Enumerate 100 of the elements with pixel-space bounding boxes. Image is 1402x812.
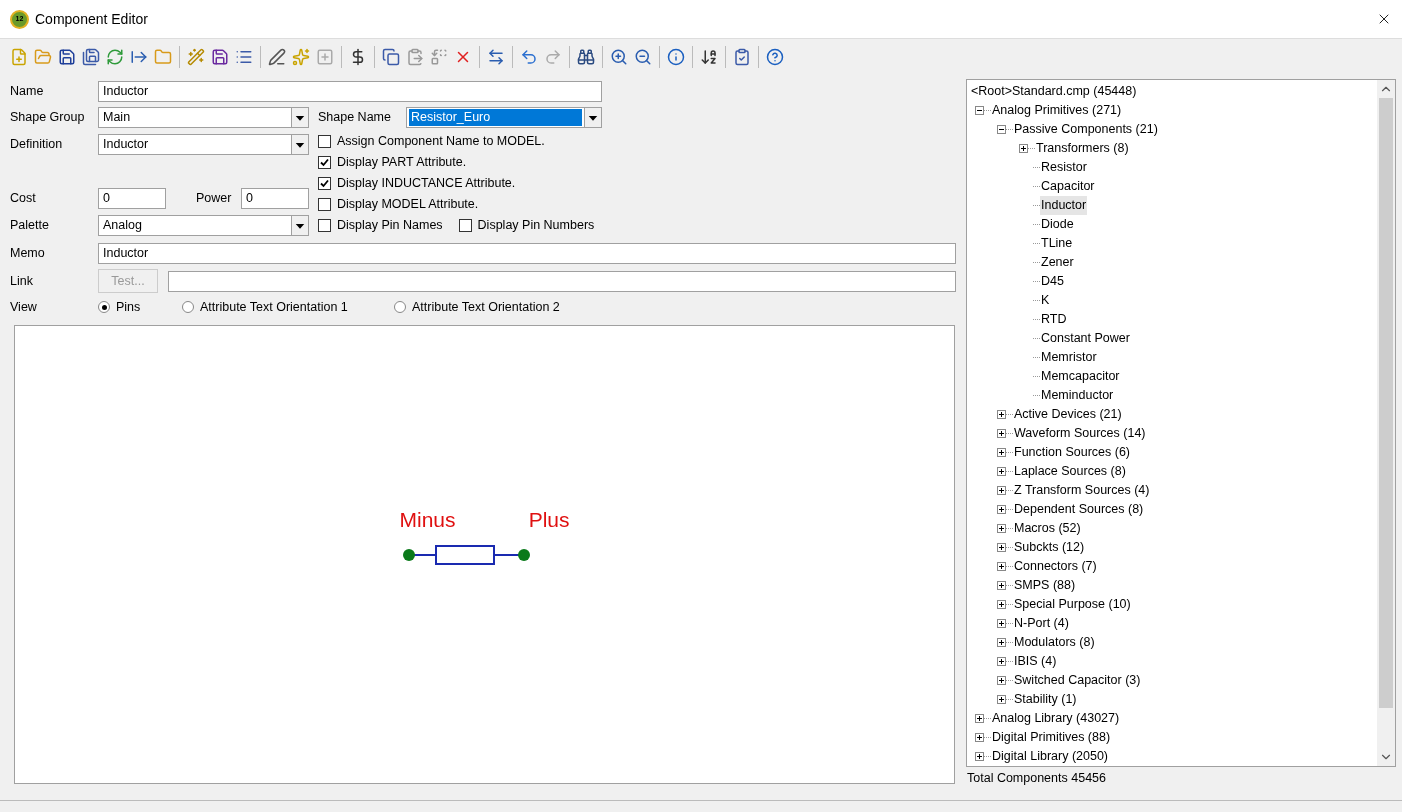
wand-icon[interactable] [187, 47, 205, 66]
zoom-in-icon[interactable] [610, 47, 628, 66]
pin-label: Minus [399, 506, 456, 533]
text-field[interactable]: 0 [241, 188, 309, 209]
expand-icon[interactable] [997, 676, 1006, 685]
expand-icon[interactable] [997, 638, 1006, 647]
tree-item[interactable]: Active Devices (21) [1013, 405, 1123, 424]
checklist-icon[interactable] [733, 47, 751, 66]
binoculars-icon[interactable] [577, 47, 595, 66]
text-field[interactable]: Inductor [98, 242, 956, 264]
pen-icon[interactable] [268, 47, 286, 66]
tree-item[interactable]: Capacitor [1040, 177, 1096, 196]
tree-item[interactable]: Subckts (12) [1013, 538, 1086, 557]
tree-item[interactable]: Meminductor [1040, 386, 1115, 405]
text-field[interactable]: 0 [98, 188, 166, 209]
tree-item[interactable]: Z Transform Sources (4) [1013, 481, 1151, 500]
text-field[interactable] [168, 270, 956, 292]
tree-item[interactable]: <Root>Standard.cmp (45448) [971, 82, 1137, 101]
radio-button[interactable]: Pins [98, 297, 182, 317]
expand-icon[interactable] [997, 695, 1006, 704]
tree-item[interactable]: D45 [1040, 272, 1065, 291]
expand-icon[interactable] [997, 524, 1006, 533]
tree-item[interactable]: Passive Components (21) [1013, 120, 1159, 139]
checkbox[interactable]: Display PART Attribute. [318, 152, 602, 173]
tree-item[interactable]: Inductor [1040, 196, 1088, 215]
checkbox[interactable]: Display INDUCTANCE Attribute. [318, 173, 602, 194]
tree-item[interactable]: Transformers (8) [1035, 139, 1130, 158]
dropdown[interactable]: Main [98, 107, 309, 128]
tree-item[interactable]: Analog Primitives (271) [991, 101, 1123, 120]
save-icon[interactable] [211, 47, 229, 66]
field-label: Name [10, 82, 45, 100]
caret-icon [291, 135, 308, 154]
dropdown[interactable]: Analog [98, 215, 309, 236]
tree-item[interactable]: SMPS (88) [1013, 576, 1077, 595]
undo-icon[interactable] [520, 47, 538, 66]
scrollbar[interactable] [1377, 80, 1395, 766]
field-label: Cost [10, 190, 37, 208]
tree-item[interactable]: Switched Capacitor (3) [1013, 671, 1142, 690]
tree-item[interactable]: Dependent Sources (8) [1013, 500, 1145, 519]
checkbox[interactable]: Assign Component Name to MODEL. [318, 131, 602, 152]
window-title: Component Editor [35, 9, 148, 29]
expand-icon[interactable] [997, 467, 1006, 476]
radio-button[interactable]: Attribute Text Orientation 2 [394, 297, 606, 317]
expand-icon[interactable] [997, 505, 1006, 514]
expand-icon[interactable] [997, 581, 1006, 590]
tree-item[interactable]: Constant Power [1040, 329, 1131, 348]
expand-icon[interactable] [997, 562, 1006, 571]
expand-icon[interactable] [997, 600, 1006, 609]
dropdown[interactable]: Resistor_Euro [406, 107, 602, 128]
expand-icon[interactable] [975, 752, 984, 761]
tree-item[interactable]: Diode [1040, 215, 1075, 234]
zoom-out-icon[interactable] [634, 47, 652, 66]
expand-icon[interactable] [997, 410, 1006, 419]
expand-icon[interactable] [997, 486, 1006, 495]
help-icon[interactable] [766, 47, 784, 66]
tree-item[interactable]: Waveform Sources (14) [1013, 424, 1147, 443]
tree-item[interactable]: RTD [1040, 310, 1068, 329]
expand-icon[interactable] [997, 657, 1006, 666]
tree-item[interactable]: Memristor [1040, 348, 1098, 367]
tree-item[interactable]: Zener [1040, 253, 1075, 272]
tree-item[interactable]: Macros (52) [1013, 519, 1082, 538]
tree-item[interactable]: Stability (1) [1013, 690, 1078, 709]
tree-item[interactable]: N-Port (4) [1013, 614, 1070, 633]
expand-icon[interactable] [1019, 144, 1028, 153]
field-label: Shape Name [318, 109, 392, 127]
expand-icon[interactable] [997, 448, 1006, 457]
swap-icon[interactable] [487, 47, 505, 66]
tree-item[interactable]: TLine [1040, 234, 1074, 253]
radio-button[interactable]: Attribute Text Orientation 1 [182, 297, 394, 317]
tree-item[interactable]: Connectors (7) [1013, 557, 1098, 576]
expand-icon[interactable] [975, 714, 984, 723]
tree-item[interactable]: Digital Primitives (88) [991, 728, 1112, 747]
tree-item[interactable]: Modulators (8) [1013, 633, 1096, 652]
save-icon[interactable] [58, 47, 76, 66]
expand-icon[interactable] [997, 619, 1006, 628]
collapse-icon[interactable] [975, 106, 984, 115]
tree-item[interactable]: Function Sources (6) [1013, 443, 1132, 462]
checkbox[interactable]: Display Pin Numbers [458, 215, 595, 236]
expand-icon[interactable] [997, 543, 1006, 552]
copy-icon[interactable] [382, 47, 400, 66]
tree-item[interactable]: Laplace Sources (8) [1013, 462, 1127, 481]
save-as-icon[interactable] [82, 47, 100, 66]
sort-icon[interactable] [700, 47, 718, 66]
tree-item[interactable]: Analog Library (43027) [991, 709, 1121, 728]
tree-item[interactable]: Special Purpose (10) [1013, 595, 1132, 614]
expand-icon[interactable] [997, 429, 1006, 438]
tree-item[interactable]: Digital Library (2050) [991, 747, 1110, 766]
tree-item[interactable]: Memcapacitor [1040, 367, 1121, 386]
info-icon[interactable] [667, 47, 685, 66]
checkbox[interactable]: Display MODEL Attribute. [318, 194, 602, 215]
expand-icon[interactable] [975, 733, 984, 742]
tree-item[interactable]: K [1040, 291, 1051, 310]
collapse-icon[interactable] [997, 125, 1006, 134]
tree-item[interactable]: IBIS (4) [1013, 652, 1058, 671]
field-label: Definition [10, 136, 64, 154]
refresh-icon[interactable] [106, 47, 124, 66]
text-field[interactable]: Inductor [98, 80, 602, 102]
dropdown[interactable]: Inductor [98, 134, 309, 155]
tree-item[interactable]: Resistor [1040, 158, 1088, 177]
checkbox[interactable]: Display Pin Names [318, 215, 443, 236]
